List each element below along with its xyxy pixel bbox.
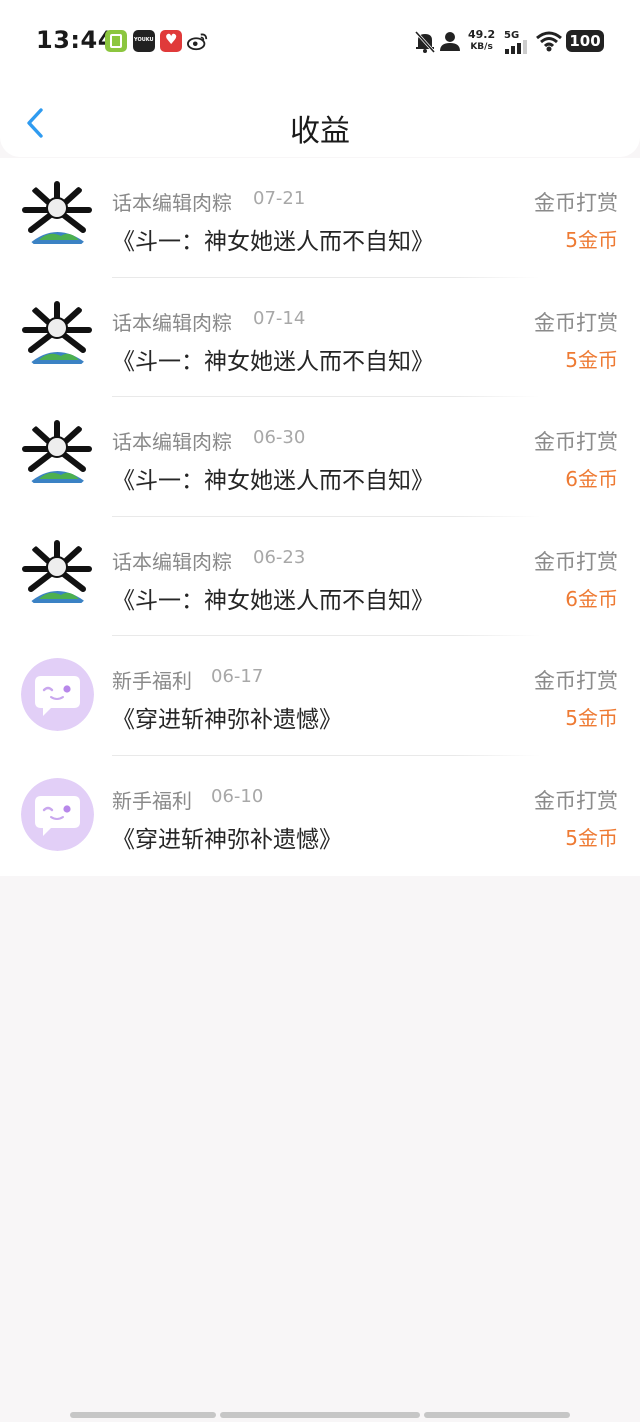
net-speed-value: 49.2: [468, 28, 496, 41]
youku-app-icon: [133, 30, 155, 52]
record-date: 06-30: [253, 427, 306, 449]
net-speed: 49.2 KB/s: [468, 28, 495, 54]
editor-avatar: [21, 299, 94, 373]
gesture-bar[interactable]: [70, 1412, 570, 1418]
record-amount: 6金币: [565, 586, 618, 611]
net-speed-unit: KB/s: [470, 42, 493, 52]
list-item[interactable]: 新手福利 06-10 《穿进斩神弥补遗憾》 金币打赏 5金币: [0, 756, 640, 876]
sender-name: 话本编辑肉粽: [112, 549, 232, 574]
record-type: 金币打赏: [534, 549, 618, 574]
wifi-icon: [536, 31, 562, 52]
book-title: 《斗一：神女她迷人而不自知》: [112, 468, 434, 495]
record-type: 金币打赏: [534, 430, 618, 455]
record-date: 06-17: [211, 666, 264, 688]
sender-name: 话本编辑肉粽: [112, 310, 232, 335]
book-title: 《斗一：神女她迷人而不自知》: [112, 348, 434, 375]
record-date: 06-23: [253, 546, 306, 568]
battery-icon: 100: [566, 30, 604, 52]
record-amount: 5金币: [565, 228, 618, 252]
list-item[interactable]: 话本编辑肉粽 06-23 《斗一：神女她迷人而不自知》 金币打赏 6金币: [0, 517, 640, 637]
user-icon: [440, 32, 460, 51]
sender-name: 新手福利: [112, 669, 192, 694]
list-item[interactable]: 新手福利 06-17 《穿进斩神弥补遗憾》 金币打赏 5金币: [0, 636, 640, 756]
record-amount: 6金币: [565, 467, 618, 492]
page-title: 收益: [290, 114, 350, 149]
list-item[interactable]: 话本编辑肉粽 07-21 《斗一：神女她迷人而不自知》 金币打赏 5金币: [0, 158, 640, 278]
record-amount: 5金币: [565, 825, 618, 850]
sender-name: 话本编辑肉粽: [112, 430, 232, 455]
list-item[interactable]: 话本编辑肉粽 06-30 《斗一：神女她迷人而不自知》 金币打赏 6金币: [0, 397, 640, 517]
record-amount: 5金币: [565, 347, 618, 372]
gesture-bar-segment: [220, 1412, 420, 1418]
book-title: 《斗一：神女她迷人而不自知》: [112, 587, 434, 614]
weibo-icon: [187, 33, 208, 51]
book-title: 《穿进斩神弥补遗憾》: [112, 707, 342, 734]
red-heart-app-icon: [160, 30, 182, 52]
sender-name: 新手福利: [112, 788, 192, 813]
editor-avatar: [21, 180, 94, 253]
record-date: 07-21: [253, 188, 306, 209]
sender-name: 话本编辑肉粽: [112, 191, 232, 215]
record-date: 07-14: [253, 307, 306, 329]
book-title: 《斗一：神女她迷人而不自知》: [112, 229, 434, 255]
list-item[interactable]: 话本编辑肉粽 07-14 《斗一：神女她迷人而不自知》 金币打赏 5金币: [0, 278, 640, 398]
editor-avatar: [21, 419, 94, 493]
gesture-bar-segment: [424, 1412, 570, 1418]
gesture-bar-segment: [70, 1412, 216, 1418]
record-amount: 5金币: [565, 706, 618, 731]
status-bar: 13:44 49.2 KB/s 5G 100: [0, 0, 640, 84]
chat-bubble-avatar: [21, 658, 94, 732]
record-type: 金币打赏: [534, 310, 618, 335]
record-type: 金币打赏: [534, 669, 618, 694]
book-title: 《穿进斩神弥补遗憾》: [112, 826, 342, 853]
earnings-list: 话本编辑肉粽 07-21 《斗一：神女她迷人而不自知》 金币打赏 5金币 话本编…: [0, 158, 640, 876]
notes-app-icon: [105, 30, 127, 52]
signal-icon: [505, 40, 527, 54]
bell-muted-icon: [414, 30, 436, 54]
nav-bar: 收益: [0, 84, 640, 157]
status-time: 13:44: [36, 26, 115, 54]
editor-avatar: [21, 538, 94, 612]
record-type: 金币打赏: [534, 788, 618, 813]
record-type: 金币打赏: [534, 191, 618, 215]
chat-bubble-avatar: [21, 777, 94, 851]
record-date: 06-10: [211, 785, 264, 807]
